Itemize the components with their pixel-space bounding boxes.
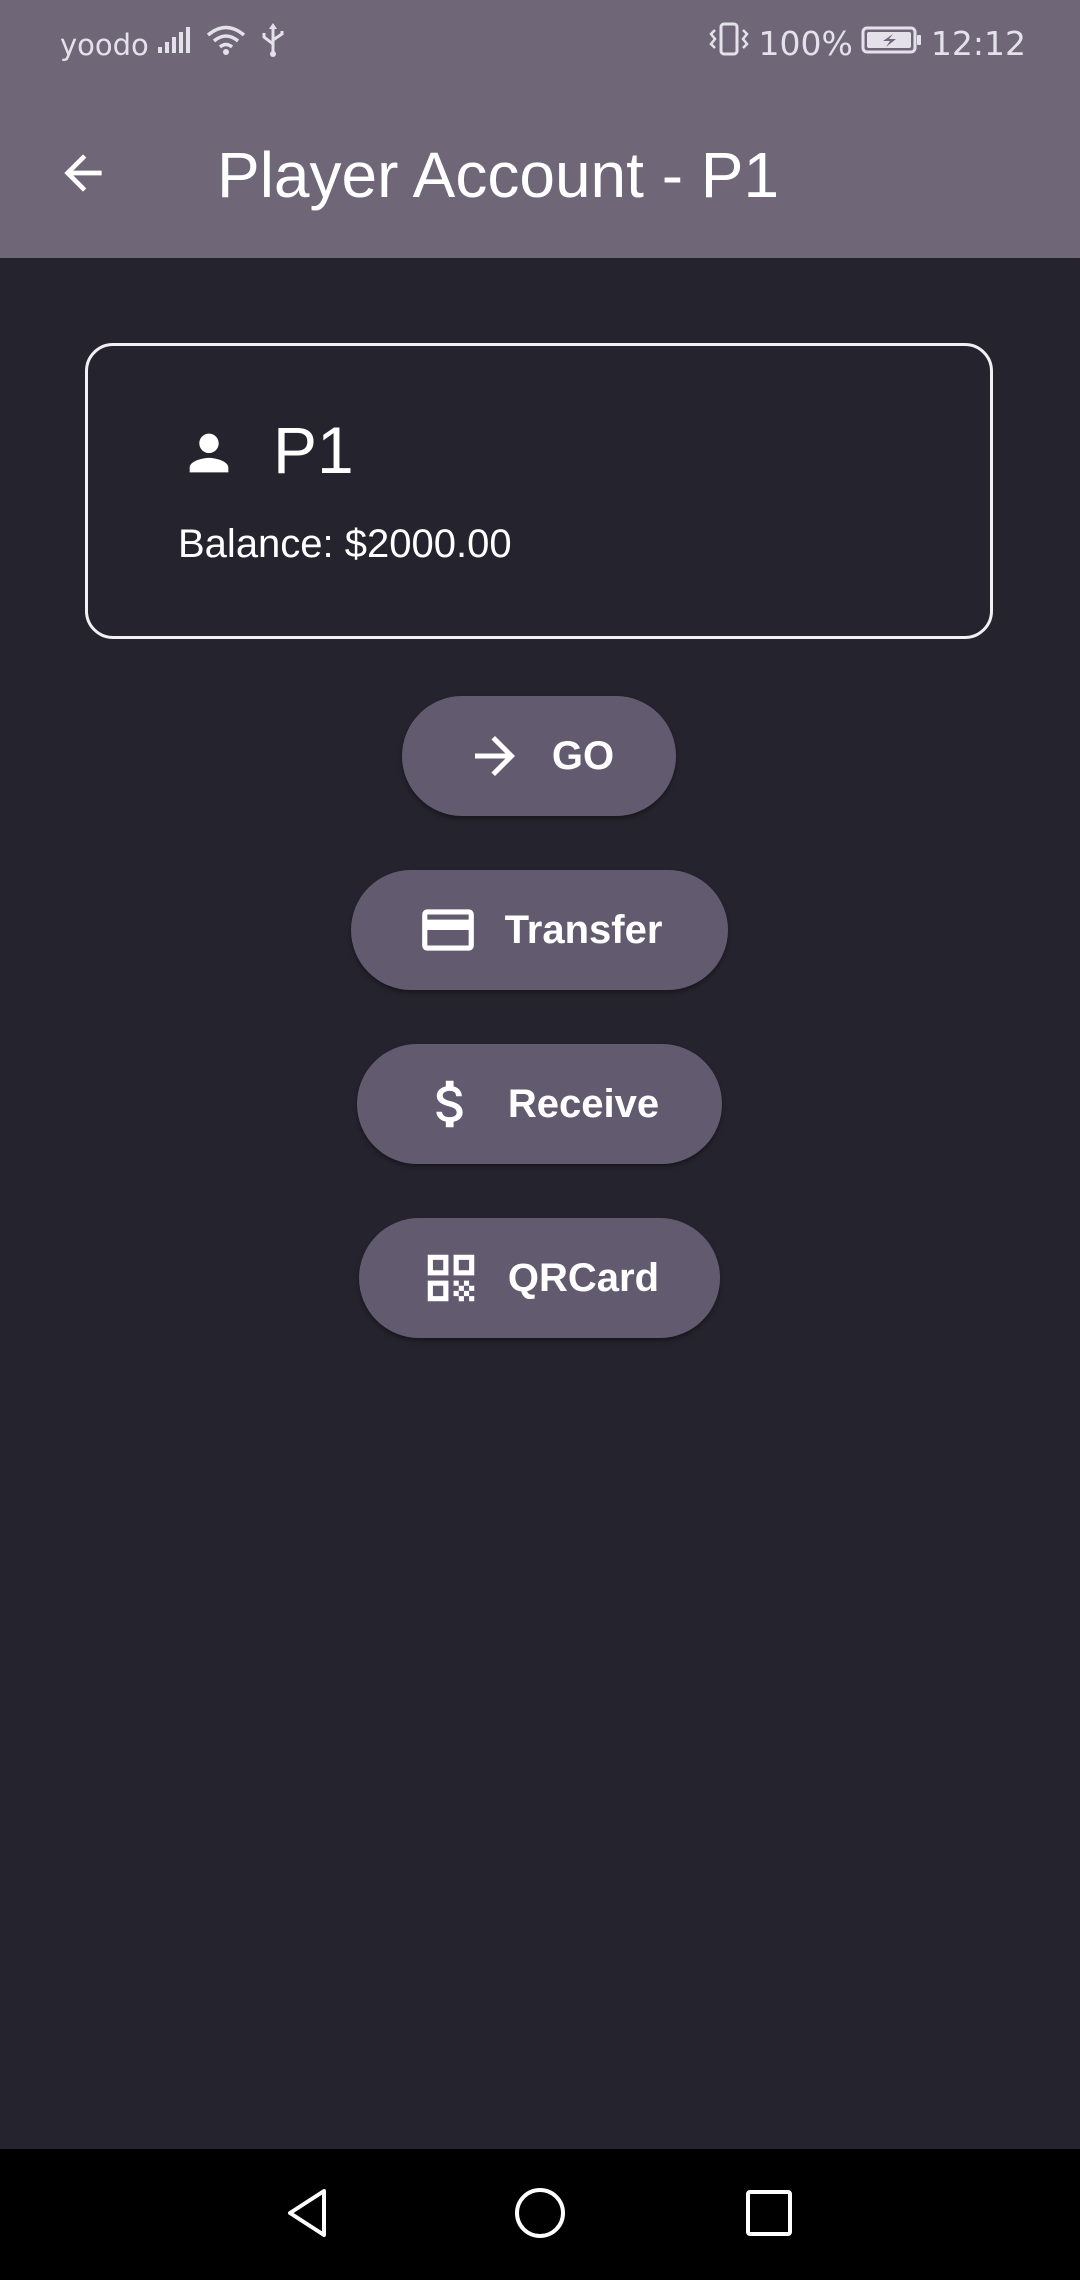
receive-button[interactable]: Receive xyxy=(357,1044,722,1164)
signal-icon xyxy=(156,25,192,60)
transfer-button-label: Transfer xyxy=(504,907,663,952)
receive-button-label: Receive xyxy=(507,1081,660,1126)
go-button-label: GO xyxy=(551,733,615,778)
player-name: P1 xyxy=(273,413,354,487)
nav-back-icon xyxy=(280,2185,336,2246)
battery-charging-icon xyxy=(861,24,923,63)
app-bar: Player Account - P1 xyxy=(0,92,1080,258)
status-bar: yoodo 100% 12:12 xyxy=(0,0,1080,92)
vibrate-icon xyxy=(707,22,751,64)
nav-recents-icon xyxy=(743,2187,795,2244)
arrow-back-icon xyxy=(55,145,111,206)
status-icons-left xyxy=(156,22,286,63)
dollar-icon xyxy=(420,1073,482,1135)
person-icon xyxy=(180,424,238,482)
clock: 12:12 xyxy=(930,23,1026,63)
usb-icon xyxy=(260,22,286,63)
go-button[interactable]: GO xyxy=(402,696,676,816)
arrow-forward-icon xyxy=(464,725,526,787)
player-card: P1 Balance: $2000.00 xyxy=(85,343,993,639)
battery-percent: 100% xyxy=(758,23,853,63)
status-icons-right: 100% 12:12 xyxy=(707,22,1026,64)
qrcard-button[interactable]: QRCard xyxy=(359,1218,720,1338)
wifi-icon xyxy=(206,24,246,61)
screen: yoodo 100% 12:12 Player Account - P1 P1 … xyxy=(0,0,1080,2280)
credit-card-icon xyxy=(417,899,479,961)
page-title: Player Account - P1 xyxy=(217,139,780,211)
qr-code-icon xyxy=(420,1247,482,1309)
transfer-button[interactable]: Transfer xyxy=(351,870,728,990)
nav-back-button[interactable] xyxy=(272,2179,344,2251)
system-nav-bar xyxy=(0,2149,1080,2280)
nav-home-icon xyxy=(512,2185,568,2246)
player-balance: Balance: $2000.00 xyxy=(178,522,512,566)
back-button[interactable] xyxy=(40,132,126,218)
nav-recents-button[interactable] xyxy=(733,2179,805,2251)
carrier-name: yoodo xyxy=(60,28,149,62)
nav-home-button[interactable] xyxy=(504,2179,576,2251)
qrcard-button-label: QRCard xyxy=(507,1255,660,1300)
